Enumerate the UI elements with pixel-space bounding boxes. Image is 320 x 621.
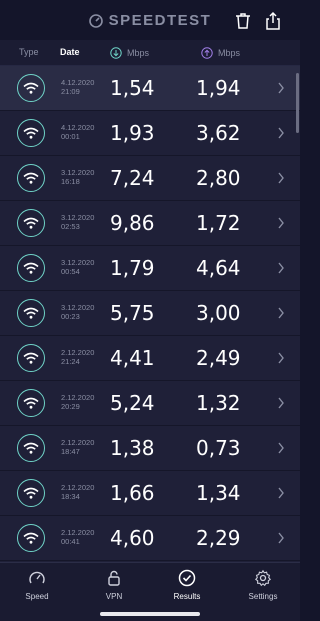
- result-datetime: 2.12.2020 18:34: [61, 483, 95, 501]
- tab-results[interactable]: Results: [157, 569, 217, 601]
- upload-speed: 0,73: [196, 436, 241, 460]
- home-indicator[interactable]: [100, 612, 200, 616]
- download-speed: 7,24: [110, 166, 155, 190]
- result-row[interactable]: 3.12.2020 00:54 1,79 4,64: [0, 246, 300, 290]
- app-title: SPEEDTEST: [108, 12, 212, 29]
- download-speed: 9,86: [110, 211, 155, 235]
- column-type[interactable]: Type: [19, 47, 39, 57]
- app-header: SPEEDTEST: [0, 0, 300, 40]
- share-icon[interactable]: [264, 11, 282, 31]
- upload-arrow-icon: [201, 47, 213, 59]
- result-row[interactable]: 2.12.2020 18:34 1,66 1,34: [0, 471, 300, 515]
- chevron-right-icon: [278, 487, 284, 499]
- wifi-icon: [17, 254, 45, 282]
- upload-speed: 4,64: [196, 256, 241, 280]
- result-datetime: 4.12.2020 00:01: [61, 123, 95, 141]
- wifi-icon: [17, 119, 45, 147]
- chevron-right-icon: [278, 262, 284, 274]
- result-row[interactable]: 2.12.2020 18:47 1,38 0,73: [0, 426, 300, 470]
- result-datetime: 3.12.2020 02:53: [61, 213, 95, 231]
- wifi-icon: [17, 209, 45, 237]
- result-row[interactable]: 3.12.2020 00:23 5,75 3,00: [0, 291, 300, 335]
- tab-label: Settings: [248, 592, 278, 601]
- upload-speed: 3,00: [196, 301, 241, 325]
- chevron-right-icon: [278, 442, 284, 454]
- tab-settings[interactable]: Settings: [233, 569, 293, 601]
- upload-speed: 1,94: [196, 76, 241, 100]
- result-datetime: 2.12.2020 00:41: [61, 528, 95, 546]
- result-datetime: 2.12.2020 18:47: [61, 438, 95, 456]
- result-datetime: 2.12.2020 20:29: [61, 393, 95, 411]
- upload-speed: 1,72: [196, 211, 241, 235]
- upload-unit: Mbps: [218, 48, 241, 58]
- chevron-right-icon: [278, 217, 284, 229]
- result-row[interactable]: 2.12.2020 00:41 4,60 2,29: [0, 516, 300, 560]
- tab-vpn[interactable]: VPN: [84, 569, 144, 601]
- chevron-right-icon: [278, 532, 284, 544]
- download-speed: 5,75: [110, 301, 155, 325]
- wifi-icon: [17, 524, 45, 552]
- results-column-header: Type Date Mbps Mbps: [0, 40, 300, 66]
- checkmark-circle-icon: [178, 569, 196, 587]
- download-speed: 4,41: [110, 346, 155, 370]
- upload-speed: 2,29: [196, 526, 241, 550]
- result-datetime: 3.12.2020 00:54: [61, 258, 95, 276]
- upload-speed: 3,62: [196, 121, 241, 145]
- upload-speed: 2,49: [196, 346, 241, 370]
- result-datetime: 3.12.2020 16:18: [61, 168, 95, 186]
- brand: SPEEDTEST: [0, 12, 300, 29]
- upload-speed: 2,80: [196, 166, 241, 190]
- result-row[interactable]: 4.12.2020 21:09 1,54 1,94: [0, 66, 300, 110]
- result-row[interactable]: 2.12.2020 20:29 5,24 1,32: [0, 381, 300, 425]
- upload-speed: 1,34: [196, 481, 241, 505]
- chevron-right-icon: [278, 352, 284, 364]
- wifi-icon: [17, 344, 45, 372]
- download-speed: 1,54: [110, 76, 155, 100]
- download-speed: 4,60: [110, 526, 155, 550]
- speedtest-logo-icon: [88, 13, 103, 28]
- wifi-icon: [17, 479, 45, 507]
- result-datetime: 2.12.2020 21:24: [61, 348, 95, 366]
- chevron-right-icon: [278, 397, 284, 409]
- scrollbar[interactable]: [296, 73, 299, 133]
- lock-icon: [108, 570, 120, 586]
- speedometer-icon: [29, 571, 45, 584]
- column-date[interactable]: Date: [60, 47, 80, 57]
- download-speed: 5,24: [110, 391, 155, 415]
- download-unit: Mbps: [127, 48, 150, 58]
- column-download[interactable]: Mbps: [110, 47, 149, 59]
- download-speed: 1,66: [110, 481, 155, 505]
- tab-label: VPN: [105, 592, 123, 601]
- results-list[interactable]: 4.12.2020 21:09 1,54 1,94 4.12.2020 00:01 …: [0, 66, 300, 562]
- gear-icon: [255, 569, 271, 587]
- chevron-right-icon: [278, 127, 284, 139]
- tab-label: Results: [173, 592, 201, 601]
- speedtest-app: SPEEDTEST Type Date Mbps Mbps 4.12.2020 …: [0, 0, 300, 621]
- download-speed: 1,38: [110, 436, 155, 460]
- wifi-icon: [17, 299, 45, 327]
- result-datetime: 4.12.2020 21:09: [61, 78, 95, 96]
- tab-label: Speed: [25, 592, 49, 601]
- result-datetime: 3.12.2020 00:23: [61, 303, 95, 321]
- chevron-right-icon: [278, 82, 284, 94]
- chevron-right-icon: [278, 307, 284, 319]
- wifi-icon: [17, 434, 45, 462]
- wifi-icon: [17, 164, 45, 192]
- download-speed: 1,79: [110, 256, 155, 280]
- wifi-icon: [17, 389, 45, 417]
- wifi-icon: [17, 74, 45, 102]
- column-upload[interactable]: Mbps: [201, 47, 240, 59]
- trash-icon[interactable]: [234, 12, 252, 30]
- result-row[interactable]: 3.12.2020 16:18 7,24 2,80: [0, 156, 300, 200]
- download-speed: 1,93: [110, 121, 155, 145]
- result-row[interactable]: 3.12.2020 02:53 9,86 1,72: [0, 201, 300, 245]
- result-row[interactable]: 4.12.2020 00:01 1,93 3,62: [0, 111, 300, 155]
- upload-speed: 1,32: [196, 391, 241, 415]
- tab-speed[interactable]: Speed: [7, 569, 67, 601]
- result-row[interactable]: 2.12.2020 21:24 4,41 2,49: [0, 336, 300, 380]
- chevron-right-icon: [278, 172, 284, 184]
- download-arrow-icon: [110, 47, 122, 59]
